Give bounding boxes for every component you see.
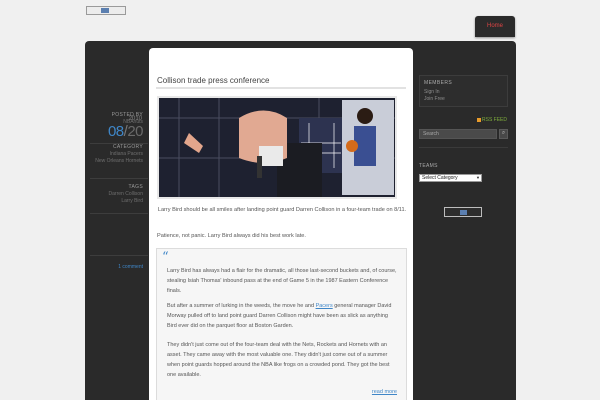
post-author[interactable]: NBAnuts: [112, 119, 143, 126]
top-badge[interactable]: [86, 6, 126, 15]
rss-icon: [477, 117, 481, 122]
join-free-link[interactable]: Join Free: [424, 96, 503, 103]
badge-icon: [101, 8, 109, 13]
tag-link[interactable]: Larry Bird: [109, 198, 143, 205]
search-icon: ⌕: [501, 130, 506, 136]
posted-by-block: POSTED BY NBAnuts: [112, 112, 143, 126]
search-button[interactable]: ⌕: [499, 129, 508, 139]
post-meta-column: 2010 08/20 POSTED BY NBAnuts CATEGORY In…: [85, 41, 149, 400]
quote-icon: “: [162, 250, 169, 265]
pacers-link[interactable]: Pacers: [316, 303, 333, 309]
read-more-link[interactable]: read more: [372, 389, 397, 395]
divider: [419, 147, 508, 148]
comments-link[interactable]: 1 comment: [118, 264, 143, 270]
sign-in-link[interactable]: Sign In: [424, 89, 503, 96]
divider: [90, 178, 148, 179]
members-box: MEMBERS Sign In Join Free: [419, 75, 508, 107]
post-title[interactable]: Collison trade press conference: [157, 76, 270, 85]
category-link[interactable]: New Orleans Hornets: [95, 158, 143, 165]
title-divider: [156, 87, 406, 89]
sidebar: MEMBERS Sign In Join Free RSS FEED Searc…: [413, 48, 516, 400]
photo-caption: Larry Bird should be all smiles after la…: [157, 207, 407, 213]
posted-by-label: POSTED BY: [111, 112, 143, 118]
tag-link[interactable]: Darren Collison: [109, 191, 143, 198]
tags-label: TAGS: [128, 184, 143, 190]
category-select[interactable]: Select Category ▼: [419, 174, 482, 182]
category-label: CATEGORY: [113, 144, 143, 150]
sidebar-badge[interactable]: [444, 207, 482, 217]
rss-label: RSS FEED: [482, 117, 508, 123]
quote-paragraph: Larry Bird has always had a flair for th…: [167, 268, 397, 294]
quote-paragraph: They didn't just come out of the four-te…: [167, 342, 390, 378]
quote-paragraph: But after a summer of lurking in the wee…: [167, 303, 392, 329]
rss-feed-link[interactable]: RSS FEED: [477, 117, 507, 123]
badge-icon: [460, 210, 467, 215]
category-block: CATEGORY Indiana Pacers New Orleans Horn…: [95, 144, 143, 165]
quote-block: “ Larry Bird has always had a flair for …: [156, 248, 407, 400]
post-main: Collison trade press conference Larry Bi…: [149, 48, 413, 400]
chevron-down-icon: ▼: [476, 175, 480, 180]
home-tab[interactable]: Home: [475, 16, 515, 37]
divider: [90, 255, 148, 256]
category-link[interactable]: Indiana Pacers: [95, 151, 143, 158]
divider: [90, 213, 148, 214]
search-input[interactable]: Search: [419, 129, 497, 139]
post-photo: [157, 96, 397, 199]
teams-title: TEAMS: [419, 163, 438, 169]
tags-block: TAGS Darren Collison Larry Bird: [109, 184, 143, 205]
lead-text: Patience, not panic. Larry Bird always d…: [157, 233, 306, 239]
